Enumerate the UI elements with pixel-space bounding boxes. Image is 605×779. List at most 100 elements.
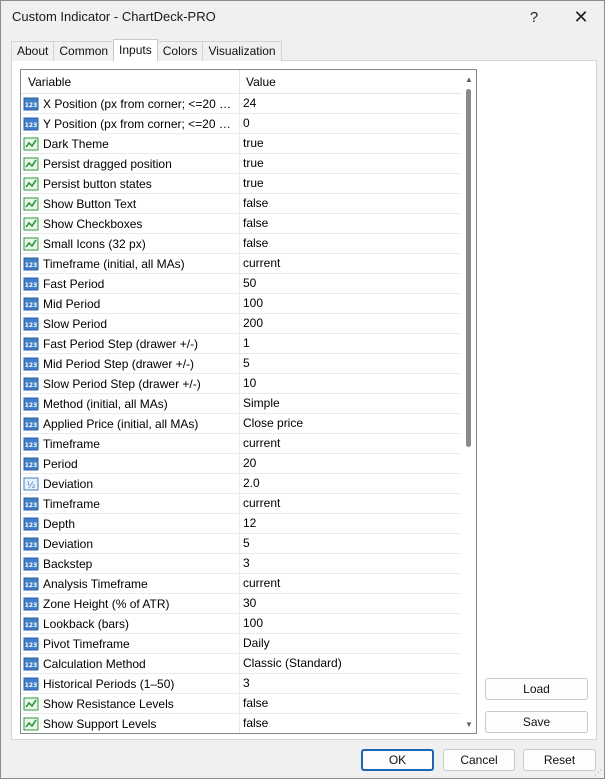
- table-row[interactable]: 123 X Position (px from corner; <=20 snap…: [21, 94, 461, 114]
- table-row[interactable]: 123 Historical Periods (1–50) 3: [21, 674, 461, 694]
- help-button[interactable]: ?: [511, 1, 557, 33]
- value-cell[interactable]: 200: [240, 314, 461, 333]
- value-cell[interactable]: false: [240, 194, 461, 213]
- table-row[interactable]: 123 Lookback (bars) 100: [21, 614, 461, 634]
- table-row[interactable]: 123 Zone Height (% of ATR) 30: [21, 594, 461, 614]
- scroll-down-arrow-icon[interactable]: ▼: [461, 716, 476, 732]
- load-button[interactable]: Load: [485, 678, 588, 700]
- table-row[interactable]: Small Icons (32 px) false: [21, 234, 461, 254]
- tab-visualization[interactable]: Visualization: [202, 41, 282, 61]
- variable-cell[interactable]: 123 Applied Price (initial, all MAs): [21, 414, 240, 433]
- variable-cell[interactable]: ½ Deviation: [21, 474, 240, 493]
- table-row[interactable]: 123 Deviation 5: [21, 534, 461, 554]
- tab-inputs[interactable]: Inputs: [113, 39, 158, 61]
- scroll-up-arrow-icon[interactable]: ▲: [461, 71, 476, 87]
- column-header-value[interactable]: Value: [240, 70, 461, 94]
- variable-cell[interactable]: 123 Slow Period Step (drawer +/-): [21, 374, 240, 393]
- variable-cell[interactable]: 123 Period: [21, 454, 240, 473]
- value-cell[interactable]: false: [240, 214, 461, 233]
- value-cell[interactable]: false: [240, 234, 461, 253]
- table-row[interactable]: 123 Slow Period 200: [21, 314, 461, 334]
- value-cell[interactable]: false: [240, 714, 461, 733]
- column-header-variable[interactable]: Variable: [21, 70, 240, 94]
- variable-cell[interactable]: 123 Pivot Timeframe: [21, 634, 240, 653]
- table-row[interactable]: ½ Deviation 2.0: [21, 474, 461, 494]
- value-cell[interactable]: 20: [240, 454, 461, 473]
- value-cell[interactable]: true: [240, 154, 461, 173]
- value-cell[interactable]: 3: [240, 674, 461, 693]
- value-cell[interactable]: current: [240, 254, 461, 273]
- table-row[interactable]: 123 Analysis Timeframe current: [21, 574, 461, 594]
- save-button[interactable]: Save: [485, 711, 588, 733]
- value-cell[interactable]: current: [240, 494, 461, 513]
- variable-cell[interactable]: 123 Fast Period: [21, 274, 240, 293]
- value-cell[interactable]: 24: [240, 94, 461, 113]
- table-row[interactable]: 123 Depth 12: [21, 514, 461, 534]
- variable-cell[interactable]: 123 Deviation: [21, 534, 240, 553]
- table-row[interactable]: 123 Mid Period Step (drawer +/-) 5: [21, 354, 461, 374]
- table-row[interactable]: Show Checkboxes false: [21, 214, 461, 234]
- value-cell[interactable]: false: [240, 694, 461, 713]
- variable-cell[interactable]: 123 Depth: [21, 514, 240, 533]
- table-row[interactable]: 123 Calculation Method Classic (Standard): [21, 654, 461, 674]
- value-cell[interactable]: 3: [240, 554, 461, 573]
- ok-button[interactable]: OK: [361, 749, 434, 771]
- variable-cell[interactable]: Dark Theme: [21, 134, 240, 153]
- table-row[interactable]: 123 Mid Period 100: [21, 294, 461, 314]
- value-cell[interactable]: Close price: [240, 414, 461, 433]
- value-cell[interactable]: 5: [240, 534, 461, 553]
- close-button[interactable]: ✕: [558, 1, 604, 33]
- variable-cell[interactable]: 123 Calculation Method: [21, 654, 240, 673]
- variable-cell[interactable]: 123 Timeframe: [21, 434, 240, 453]
- variable-cell[interactable]: Persist dragged position: [21, 154, 240, 173]
- value-cell[interactable]: 5: [240, 354, 461, 373]
- table-row[interactable]: Show Button Text false: [21, 194, 461, 214]
- variable-cell[interactable]: Show Checkboxes: [21, 214, 240, 233]
- variable-cell[interactable]: 123 Timeframe (initial, all MAs): [21, 254, 240, 273]
- variable-cell[interactable]: Show Support Levels: [21, 714, 240, 733]
- table-row[interactable]: 123 Timeframe current: [21, 494, 461, 514]
- value-cell[interactable]: 50: [240, 274, 461, 293]
- variable-cell[interactable]: 123 Zone Height (% of ATR): [21, 594, 240, 613]
- variable-cell[interactable]: 123 Lookback (bars): [21, 614, 240, 633]
- variable-cell[interactable]: 123 Mid Period: [21, 294, 240, 313]
- tab-about[interactable]: About: [11, 41, 55, 61]
- value-cell[interactable]: Classic (Standard): [240, 654, 461, 673]
- variable-cell[interactable]: 123 Analysis Timeframe: [21, 574, 240, 593]
- table-row[interactable]: 123 Slow Period Step (drawer +/-) 10: [21, 374, 461, 394]
- table-row[interactable]: Dark Theme true: [21, 134, 461, 154]
- table-row[interactable]: Show Support Levels false: [21, 714, 461, 733]
- tab-colors[interactable]: Colors: [156, 41, 204, 61]
- variable-cell[interactable]: Small Icons (32 px): [21, 234, 240, 253]
- value-cell[interactable]: current: [240, 574, 461, 593]
- value-cell[interactable]: 2.0: [240, 474, 461, 493]
- value-cell[interactable]: 10: [240, 374, 461, 393]
- variable-cell[interactable]: 123 Backstep: [21, 554, 240, 573]
- variable-cell[interactable]: Show Button Text: [21, 194, 240, 213]
- resize-grip-icon[interactable]: ⋰: [594, 768, 604, 778]
- table-row[interactable]: 123 Fast Period 50: [21, 274, 461, 294]
- tab-common[interactable]: Common: [53, 41, 115, 61]
- scroll-thumb[interactable]: [466, 89, 471, 447]
- variable-cell[interactable]: Persist button states: [21, 174, 240, 193]
- table-row[interactable]: 123 Period 20: [21, 454, 461, 474]
- vertical-scrollbar[interactable]: ▲ ▼: [461, 70, 476, 733]
- table-row[interactable]: 123 Timeframe (initial, all MAs) current: [21, 254, 461, 274]
- value-cell[interactable]: 0: [240, 114, 461, 133]
- value-cell[interactable]: Daily: [240, 634, 461, 653]
- table-row[interactable]: Persist dragged position true: [21, 154, 461, 174]
- value-cell[interactable]: current: [240, 434, 461, 453]
- value-cell[interactable]: true: [240, 174, 461, 193]
- value-cell[interactable]: true: [240, 134, 461, 153]
- variable-cell[interactable]: 123 Y Position (px from corner; <=20 dock…: [21, 114, 240, 133]
- value-cell[interactable]: 30: [240, 594, 461, 613]
- variable-cell[interactable]: 123 Timeframe: [21, 494, 240, 513]
- table-row[interactable]: Persist button states true: [21, 174, 461, 194]
- variable-cell[interactable]: Show Resistance Levels: [21, 694, 240, 713]
- value-cell[interactable]: Simple: [240, 394, 461, 413]
- value-cell[interactable]: 12: [240, 514, 461, 533]
- variable-cell[interactable]: 123 Method (initial, all MAs): [21, 394, 240, 413]
- table-row[interactable]: 123 Applied Price (initial, all MAs) Close…: [21, 414, 461, 434]
- reset-button[interactable]: Reset: [523, 749, 596, 771]
- table-row[interactable]: 123 Method (initial, all MAs) Simple: [21, 394, 461, 414]
